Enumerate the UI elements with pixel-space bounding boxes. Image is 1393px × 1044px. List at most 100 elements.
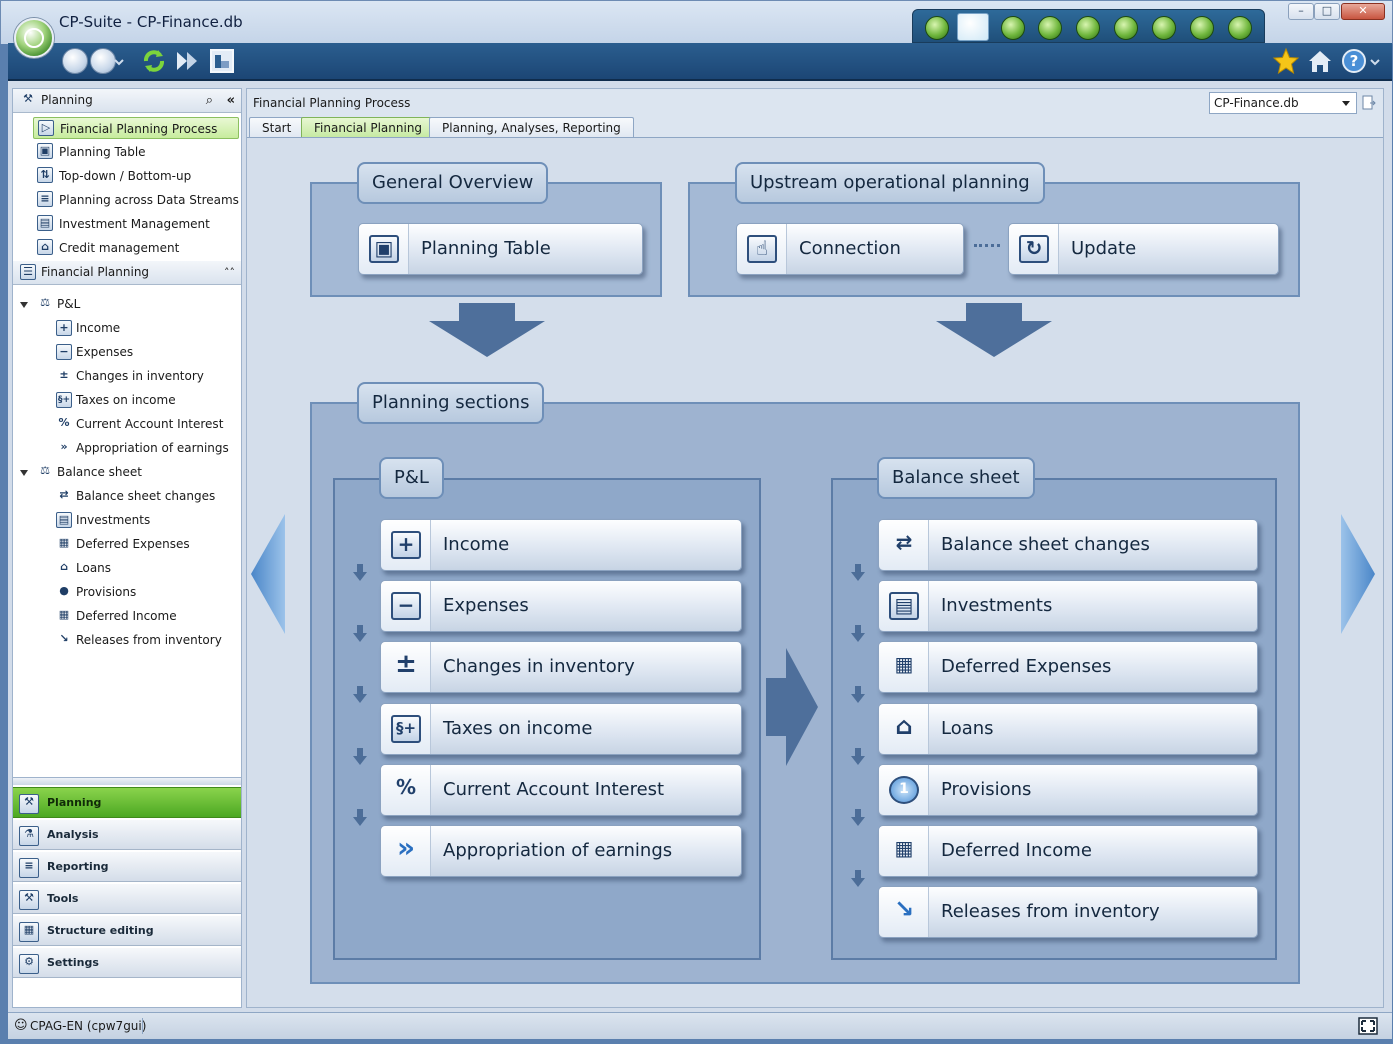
- module-9-icon[interactable]: [1228, 16, 1252, 40]
- button-label: Planning Table: [421, 238, 551, 259]
- tree-item-income[interactable]: + Income: [54, 317, 120, 339]
- tree-item-taxes[interactable]: §+ Taxes on income: [54, 389, 176, 411]
- module-8-icon[interactable]: [1190, 16, 1214, 40]
- next-icon[interactable]: [174, 47, 202, 75]
- bs-balance-sheet-changes-button[interactable]: ⇄ Balance sheet changes: [878, 519, 1258, 571]
- next-page-arrow-icon[interactable]: [1341, 514, 1375, 634]
- close-button[interactable]: ✕: [1341, 3, 1385, 20]
- button-label: Loans: [941, 718, 994, 739]
- module-5-icon[interactable]: [1076, 16, 1100, 40]
- pl-income-button[interactable]: + Income: [380, 519, 742, 571]
- planning-sections-title: Planning sections: [357, 382, 545, 424]
- tree-item-investments[interactable]: ▤ Investments: [54, 509, 150, 531]
- app-logo-icon[interactable]: [14, 18, 54, 58]
- back-icon[interactable]: [62, 48, 88, 74]
- open-database-icon[interactable]: [1361, 94, 1377, 112]
- nav-reporting[interactable]: ≡ Reporting: [13, 851, 241, 882]
- tree-item-appropriation[interactable]: » Appropriation of earnings: [54, 437, 228, 459]
- search-icon[interactable]: ⌕: [206, 89, 213, 112]
- pl-changes-inventory-button[interactable]: ± Changes in inventory: [380, 641, 742, 693]
- sidebar-item-data-streams[interactable]: ≡ Planning across Data Streams: [33, 189, 239, 211]
- button-label: Connection: [799, 238, 901, 259]
- favorites-star-icon[interactable]: [1272, 47, 1300, 75]
- tab-start[interactable]: Start: [249, 117, 305, 138]
- button-label: Appropriation of earnings: [443, 840, 673, 861]
- paragraph-plus-icon: §+: [56, 392, 72, 408]
- bs-deferred-income-button[interactable]: ▦ Deferred Income: [878, 825, 1258, 877]
- step-arrow-icon: [353, 748, 367, 766]
- bs-investments-button[interactable]: ▤ Investments: [878, 580, 1258, 632]
- module-1-icon[interactable]: [925, 16, 949, 40]
- tree-item-pl[interactable]: ⚖ P&L: [35, 293, 80, 315]
- minimize-button[interactable]: –: [1288, 3, 1314, 20]
- tree-item-current-account-interest[interactable]: % Current Account Interest: [54, 413, 223, 435]
- sidebar-item-top-down[interactable]: ⇅ Top-down / Bottom-up: [33, 165, 239, 187]
- nav-structure-editing[interactable]: ▦ Structure editing: [13, 915, 241, 946]
- coin-icon: ●: [59, 584, 69, 597]
- collapse-section-icon[interactable]: ˄˄: [224, 261, 235, 284]
- connection-button[interactable]: ☝ Connection: [736, 223, 964, 275]
- maximize-button[interactable]: □: [1314, 3, 1340, 20]
- sidebar-item-financial-planning-process[interactable]: ▷ Financial Planning Process: [33, 117, 239, 139]
- bs-provisions-button[interactable]: 1 Provisions: [878, 764, 1258, 816]
- pl-expenses-button[interactable]: − Expenses: [380, 580, 742, 632]
- pl-current-account-interest-button[interactable]: % Current Account Interest: [380, 764, 742, 816]
- previous-page-arrow-icon[interactable]: [251, 514, 285, 634]
- sidebar-item-label: Credit management: [59, 241, 180, 255]
- update-button[interactable]: ↻ Update: [1008, 223, 1279, 275]
- collapse-panel-icon[interactable]: «: [227, 89, 235, 112]
- planning-table-icon[interactable]: [208, 47, 236, 75]
- calendar-plus-icon: ▦: [879, 642, 929, 692]
- history-dropdown-icon[interactable]: [112, 47, 126, 75]
- home-icon[interactable]: [1306, 47, 1334, 75]
- investment-icon: ▤: [37, 215, 53, 231]
- nav-settings[interactable]: ⚙ Settings: [13, 947, 241, 978]
- release-arrow-icon: ↘: [879, 887, 929, 937]
- button-label: Deferred Income: [941, 840, 1092, 861]
- fullscreen-icon[interactable]: [1358, 1017, 1378, 1035]
- module-6-icon[interactable]: [1114, 16, 1138, 40]
- nav-planning[interactable]: ⚒ Planning: [13, 787, 241, 818]
- tab-financial-planning[interactable]: Financial Planning: [301, 117, 436, 138]
- button-label: Releases from inventory: [941, 901, 1160, 922]
- help-icon[interactable]: ?: [1340, 47, 1368, 75]
- button-label: Expenses: [443, 595, 529, 616]
- database-update-icon: ↻: [1009, 224, 1059, 274]
- tree-item-expenses[interactable]: − Expenses: [54, 341, 133, 363]
- module-4-icon[interactable]: [1038, 16, 1062, 40]
- tree-item-balance-sheet-changes[interactable]: ⇄ Balance sheet changes: [54, 485, 215, 507]
- expand-bs-icon[interactable]: [20, 470, 28, 476]
- tree-item-provisions[interactable]: ● Provisions: [54, 581, 136, 603]
- tab-planning-analyses-reporting[interactable]: Planning, Analyses, Reporting: [429, 117, 634, 138]
- sidebar-item-investment-management[interactable]: ▤ Investment Management: [33, 213, 239, 235]
- nav-splitter[interactable]: [13, 777, 241, 785]
- button-label: Investments: [941, 595, 1053, 616]
- refresh-icon[interactable]: [140, 47, 168, 75]
- pl-taxes-button[interactable]: §+ Taxes on income: [380, 703, 742, 755]
- sidebar-item-label: Financial Planning Process: [60, 122, 218, 136]
- tree-item-balance-sheet[interactable]: ⚖ Balance sheet: [35, 461, 142, 483]
- bs-releases-inventory-button[interactable]: ↘ Releases from inventory: [878, 886, 1258, 938]
- planning-table-button[interactable]: ▣ Planning Table: [358, 223, 643, 275]
- expand-pl-icon[interactable]: [20, 302, 28, 308]
- bs-deferred-expenses-button[interactable]: ▦ Deferred Expenses: [878, 641, 1258, 693]
- sidebar-item-credit-management[interactable]: ⌂ Credit management: [33, 237, 239, 259]
- financial-planning-panel-header[interactable]: ☰ Financial Planning ˄˄: [13, 261, 241, 285]
- bank-icon: ⌂: [879, 704, 929, 754]
- tree-item-deferred-income[interactable]: ▦ Deferred Income: [54, 605, 177, 627]
- database-select[interactable]: CP-Finance.db: [1209, 92, 1357, 114]
- tree-item-changes-inventory[interactable]: ± Changes in inventory: [54, 365, 203, 387]
- module-2-icon[interactable]: [957, 13, 989, 41]
- pl-appropriation-button[interactable]: » Appropriation of earnings: [380, 825, 742, 877]
- bs-loans-button[interactable]: ⌂ Loans: [878, 703, 1258, 755]
- module-3-icon[interactable]: [1001, 16, 1025, 40]
- nav-analysis[interactable]: ⚗ Analysis: [13, 819, 241, 850]
- sidebar-item-planning-table[interactable]: ▣ Planning Table: [33, 141, 239, 163]
- button-label: Provisions: [941, 779, 1032, 800]
- nav-tools[interactable]: ⚒ Tools: [13, 883, 241, 914]
- tree-item-loans[interactable]: ⌂ Loans: [54, 557, 111, 579]
- help-dropdown-icon[interactable]: [1368, 47, 1382, 75]
- module-7-icon[interactable]: [1152, 16, 1176, 40]
- tree-item-deferred-expenses[interactable]: ▦ Deferred Expenses: [54, 533, 190, 555]
- tree-item-releases-inventory[interactable]: ↘ Releases from inventory: [54, 629, 221, 651]
